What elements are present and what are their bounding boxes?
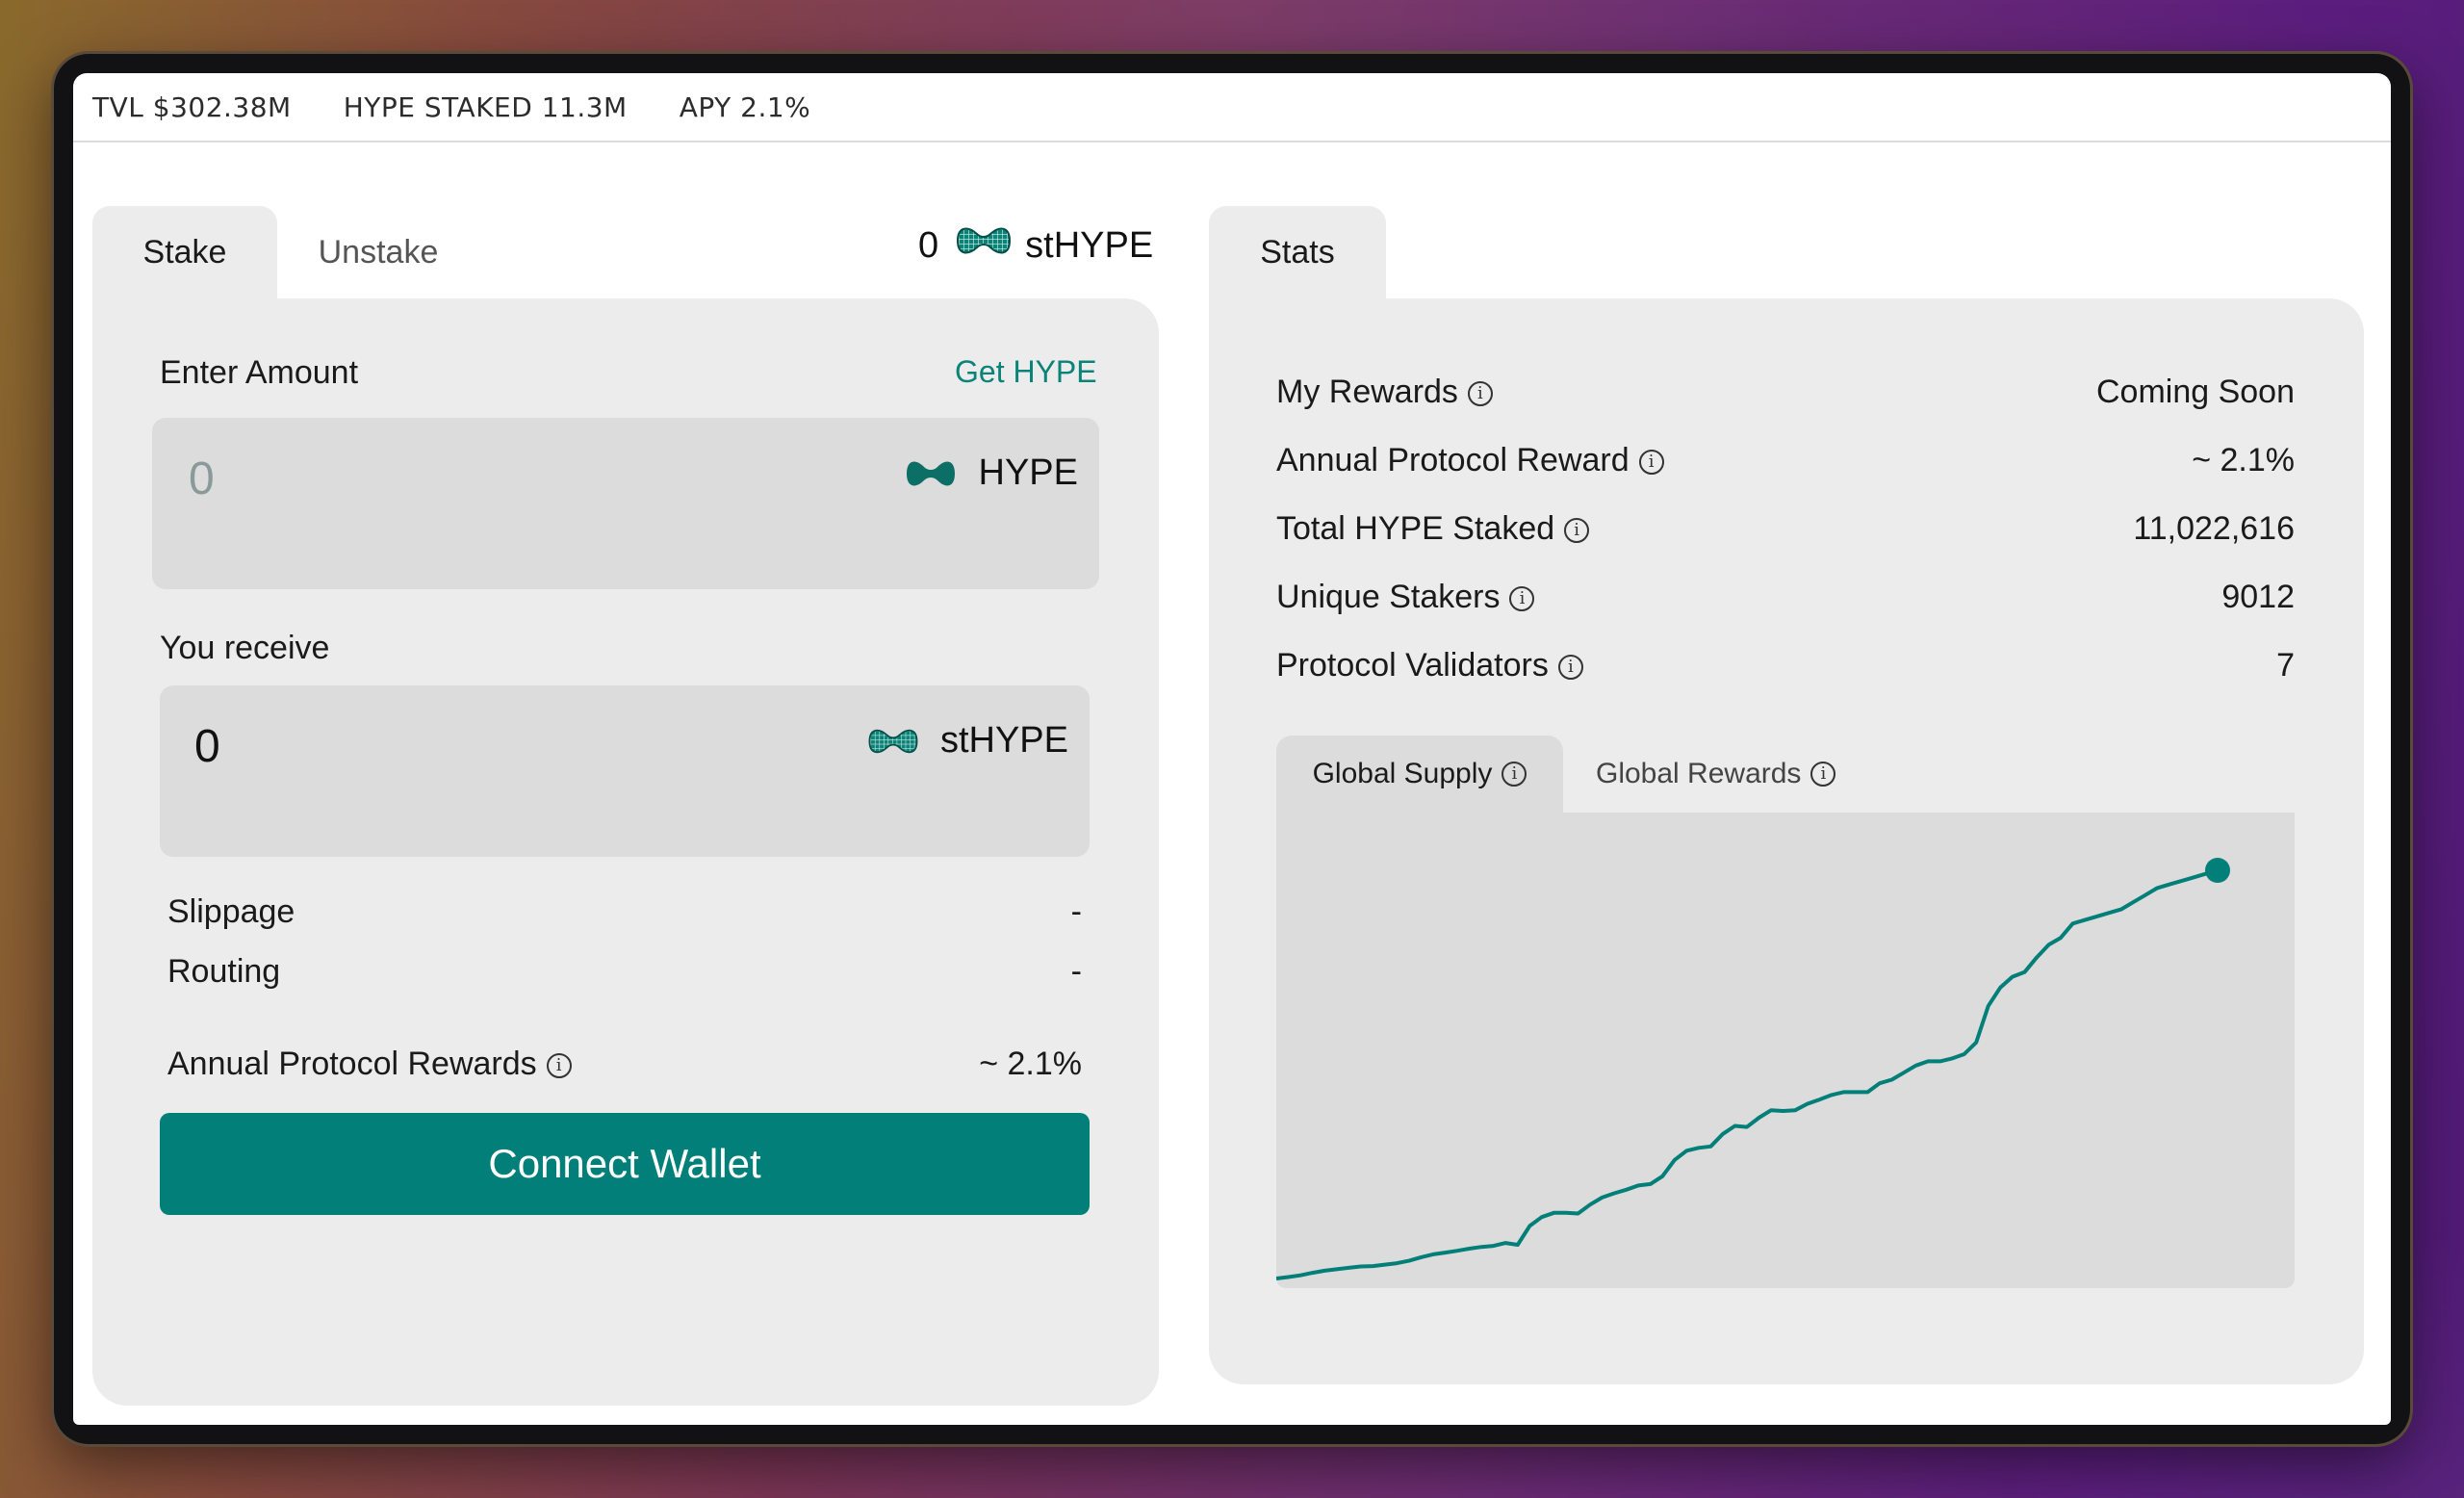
tab-global-supply[interactable]: Global Supply i	[1276, 736, 1563, 813]
amount-input-field[interactable]: 0 HYPE	[152, 418, 1099, 589]
info-circle-icon[interactable]: i	[1810, 762, 1836, 787]
connect-wallet-button[interactable]: Connect Wallet	[160, 1113, 1090, 1215]
slippage-value: -	[1070, 893, 1082, 930]
stat-value: 7	[2276, 647, 2295, 684]
tab-global-supply-label: Global Supply	[1312, 758, 1493, 789]
supply-line	[1275, 868, 2219, 1280]
info-circle-icon[interactable]: i	[1509, 586, 1535, 612]
stats-ticker-bar: TVL $302.38M HYPE STAKED 11.3M APY 2.1%	[73, 73, 2391, 142]
amount-input[interactable]: 0	[189, 452, 215, 505]
stat-name: Protocol Validators	[1276, 647, 1549, 684]
stat-value: 11,022,616	[2133, 510, 2295, 547]
tab-stake[interactable]: Stake	[92, 206, 277, 298]
stat-row-my-rewards: My Rewards i Coming Soon	[1276, 374, 2295, 422]
receive-token-label: stHYPE	[939, 720, 1068, 761]
tab-stats[interactable]: Stats	[1209, 206, 1386, 298]
routing-value: -	[1070, 953, 1082, 990]
sthype-balance: 0 stHYPE	[918, 220, 1153, 271]
annual-rewards-row: Annual Protocol Rewards i	[167, 1046, 572, 1083]
stat-name: Total HYPE Staked	[1276, 510, 1555, 547]
stat-name: My Rewards	[1276, 374, 1458, 410]
receive-output-field: 0 stHYPE	[160, 685, 1090, 857]
stat-name: Unique Stakers	[1276, 579, 1501, 615]
info-circle-icon[interactable]: i	[1467, 381, 1493, 407]
tab-global-rewards[interactable]: Global Rewards i	[1596, 736, 1836, 813]
get-hype-link[interactable]: Get HYPE	[955, 354, 1097, 390]
apy-stat: APY 2.1%	[679, 90, 811, 123]
receive-token: stHYPE	[865, 720, 1068, 762]
stat-row-validators: Protocol Validators i 7	[1276, 647, 2295, 695]
global-supply-chart	[1275, 813, 2295, 1288]
annual-rewards-label: Annual Protocol Rewards	[167, 1046, 537, 1082]
info-circle-icon[interactable]: i	[1564, 518, 1590, 544]
info-circle-icon[interactable]: i	[1502, 762, 1527, 787]
slippage-label: Slippage	[167, 893, 295, 930]
stat-name: Annual Protocol Reward	[1276, 442, 1630, 478]
info-circle-icon[interactable]: i	[546, 1053, 572, 1079]
stat-row-total-staked: Total HYPE Staked i 11,022,616	[1276, 510, 2295, 558]
receive-value: 0	[194, 721, 220, 772]
routing-label: Routing	[167, 953, 281, 990]
stat-value: Coming Soon	[2095, 374, 2295, 410]
info-circle-icon[interactable]: i	[1557, 655, 1583, 681]
hype-logo-icon	[904, 454, 967, 493]
amount-token: HYPE	[904, 452, 1078, 494]
you-receive-label: You receive	[160, 630, 330, 666]
enter-amount-label: Enter Amount	[160, 354, 359, 391]
annual-rewards-value: ~ 2.1%	[979, 1046, 1082, 1082]
balance-value: 0	[918, 224, 939, 266]
amount-token-label: HYPE	[978, 452, 1078, 493]
sthype-logo-icon	[954, 220, 1014, 271]
latest-point-marker	[2205, 858, 2230, 883]
hype-staked-stat: HYPE STAKED 11.3M	[343, 90, 628, 123]
chart-svg	[1275, 858, 2230, 1280]
stat-value: 9012	[2221, 579, 2295, 615]
balance-token: stHYPE	[1025, 224, 1154, 266]
app-screen: TVL $302.38M HYPE STAKED 11.3M APY 2.1% …	[73, 73, 2391, 1425]
tab-global-rewards-label: Global Rewards	[1596, 758, 1802, 789]
sthype-logo-icon	[865, 722, 931, 761]
stat-value: ~ 2.1%	[2192, 442, 2295, 478]
tvl-stat: TVL $302.38M	[92, 90, 292, 123]
stat-row-unique-stakers: Unique Stakers i 9012	[1276, 579, 2295, 627]
info-circle-icon[interactable]: i	[1638, 450, 1664, 476]
tab-unstake[interactable]: Unstake	[287, 206, 470, 298]
stat-row-annual-reward: Annual Protocol Reward i ~ 2.1%	[1276, 442, 2295, 490]
